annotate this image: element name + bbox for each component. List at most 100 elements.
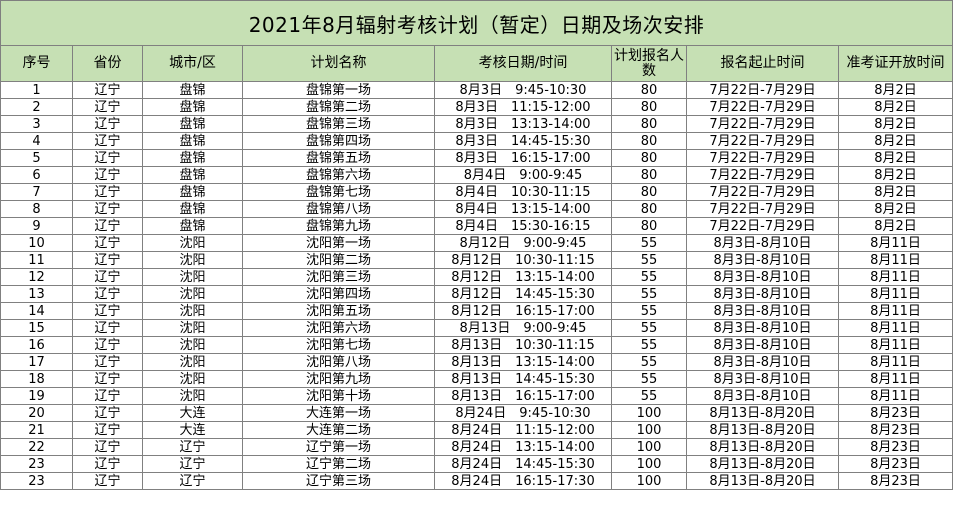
cell-admission-ticket-open[interactable]: 8月11日 [838,302,953,320]
cell-province[interactable]: 辽宁 [72,353,143,371]
cell-exam-datetime[interactable]: 8月13日 10:30-11:15 [434,336,612,354]
cell-plan-name[interactable]: 盘锦第一场 [242,81,435,99]
cell-city[interactable]: 盘锦 [142,200,243,218]
cell-city[interactable]: 辽宁 [142,472,243,490]
cell-planned-count[interactable]: 80 [611,200,687,218]
cell-exam-datetime[interactable]: 8月24日 11:15-12:00 [434,421,612,439]
cell-planned-count[interactable]: 80 [611,217,687,235]
cell-exam-datetime[interactable]: 8月3日 14:45-15:30 [434,132,612,150]
cell-city[interactable]: 沈阳 [142,387,243,405]
cell-registration-period[interactable]: 8月13日-8月20日 [686,404,839,422]
sheet-title[interactable]: 2021年8月辐射考核计划（暂定）日期及场次安排 [0,0,953,46]
cell-exam-datetime[interactable]: 8月12日 14:45-15:30 [434,285,612,303]
cell-planned-count[interactable]: 100 [611,472,687,490]
cell-index[interactable]: 1 [0,81,73,99]
cell-city[interactable]: 盘锦 [142,98,243,116]
cell-registration-period[interactable]: 8月3日-8月10日 [686,302,839,320]
cell-planned-count[interactable]: 55 [611,353,687,371]
cell-exam-datetime[interactable]: 8月3日 16:15-17:00 [434,149,612,167]
cell-index[interactable]: 5 [0,149,73,167]
cell-province[interactable]: 辽宁 [72,200,143,218]
cell-admission-ticket-open[interactable]: 8月11日 [838,370,953,388]
cell-city[interactable]: 沈阳 [142,285,243,303]
cell-plan-name[interactable]: 沈阳第六场 [242,319,435,337]
cell-plan-name[interactable]: 盘锦第五场 [242,149,435,167]
cell-plan-name[interactable]: 盘锦第九场 [242,217,435,235]
cell-index[interactable]: 3 [0,115,73,133]
cell-registration-period[interactable]: 8月3日-8月10日 [686,251,839,269]
cell-registration-period[interactable]: 7月22日-7月29日 [686,98,839,116]
cell-index[interactable]: 14 [0,302,73,320]
cell-planned-count[interactable]: 55 [611,302,687,320]
column-header-admission-ticket-open[interactable]: 准考证开放时间 [838,45,953,82]
cell-exam-datetime[interactable]: 8月24日 16:15-17:30 [434,472,612,490]
cell-index[interactable]: 16 [0,336,73,354]
cell-city[interactable]: 盘锦 [142,115,243,133]
cell-registration-period[interactable]: 7月22日-7月29日 [686,132,839,150]
cell-planned-count[interactable]: 80 [611,132,687,150]
cell-admission-ticket-open[interactable]: 8月11日 [838,251,953,269]
cell-planned-count[interactable]: 100 [611,404,687,422]
cell-plan-name[interactable]: 辽宁第一场 [242,438,435,456]
column-header-index[interactable]: 序号 [0,45,73,82]
cell-admission-ticket-open[interactable]: 8月23日 [838,472,953,490]
cell-province[interactable]: 辽宁 [72,251,143,269]
cell-city[interactable]: 沈阳 [142,251,243,269]
cell-index[interactable]: 23 [0,472,73,490]
cell-province[interactable]: 辽宁 [72,421,143,439]
cell-admission-ticket-open[interactable]: 8月11日 [838,234,953,252]
cell-index[interactable]: 12 [0,268,73,286]
cell-province[interactable]: 辽宁 [72,438,143,456]
cell-province[interactable]: 辽宁 [72,404,143,422]
cell-exam-datetime[interactable]: 8月4日 13:15-14:00 [434,200,612,218]
column-header-province[interactable]: 省份 [72,45,143,82]
cell-exam-datetime[interactable]: 8月13日 16:15-17:00 [434,387,612,405]
cell-exam-datetime[interactable]: 8月3日 9:45-10:30 [434,81,612,99]
cell-admission-ticket-open[interactable]: 8月11日 [838,285,953,303]
cell-planned-count[interactable]: 55 [611,251,687,269]
cell-plan-name[interactable]: 沈阳第九场 [242,370,435,388]
cell-city[interactable]: 沈阳 [142,336,243,354]
cell-index[interactable]: 11 [0,251,73,269]
cell-exam-datetime[interactable]: 8月12日 13:15-14:00 [434,268,612,286]
cell-registration-period[interactable]: 8月3日-8月10日 [686,336,839,354]
cell-planned-count[interactable]: 100 [611,421,687,439]
cell-province[interactable]: 辽宁 [72,166,143,184]
cell-admission-ticket-open[interactable]: 8月2日 [838,166,953,184]
cell-city[interactable]: 沈阳 [142,370,243,388]
cell-city[interactable]: 盘锦 [142,217,243,235]
cell-exam-datetime[interactable]: 8月4日 9:00-9:45 [434,166,612,184]
cell-planned-count[interactable]: 55 [611,234,687,252]
cell-city[interactable]: 大连 [142,421,243,439]
cell-plan-name[interactable]: 沈阳第五场 [242,302,435,320]
cell-province[interactable]: 辽宁 [72,302,143,320]
cell-province[interactable]: 辽宁 [72,370,143,388]
cell-province[interactable]: 辽宁 [72,149,143,167]
cell-province[interactable]: 辽宁 [72,98,143,116]
cell-city[interactable]: 盘锦 [142,132,243,150]
cell-index[interactable]: 8 [0,200,73,218]
cell-registration-period[interactable]: 8月13日-8月20日 [686,455,839,473]
cell-city[interactable]: 沈阳 [142,353,243,371]
cell-planned-count[interactable]: 80 [611,149,687,167]
cell-province[interactable]: 辽宁 [72,217,143,235]
cell-registration-period[interactable]: 7月22日-7月29日 [686,115,839,133]
cell-plan-name[interactable]: 沈阳第一场 [242,234,435,252]
cell-registration-period[interactable]: 8月3日-8月10日 [686,268,839,286]
cell-city[interactable]: 盘锦 [142,149,243,167]
cell-city[interactable]: 沈阳 [142,302,243,320]
cell-registration-period[interactable]: 8月3日-8月10日 [686,387,839,405]
cell-plan-name[interactable]: 盘锦第六场 [242,166,435,184]
cell-registration-period[interactable]: 7月22日-7月29日 [686,81,839,99]
cell-province[interactable]: 辽宁 [72,387,143,405]
cell-index[interactable]: 10 [0,234,73,252]
cell-index[interactable]: 23 [0,455,73,473]
cell-index[interactable]: 20 [0,404,73,422]
cell-admission-ticket-open[interactable]: 8月23日 [838,421,953,439]
cell-exam-datetime[interactable]: 8月24日 9:45-10:30 [434,404,612,422]
cell-index[interactable]: 6 [0,166,73,184]
cell-province[interactable]: 辽宁 [72,472,143,490]
cell-admission-ticket-open[interactable]: 8月2日 [838,200,953,218]
cell-plan-name[interactable]: 沈阳第七场 [242,336,435,354]
cell-registration-period[interactable]: 7月22日-7月29日 [686,200,839,218]
